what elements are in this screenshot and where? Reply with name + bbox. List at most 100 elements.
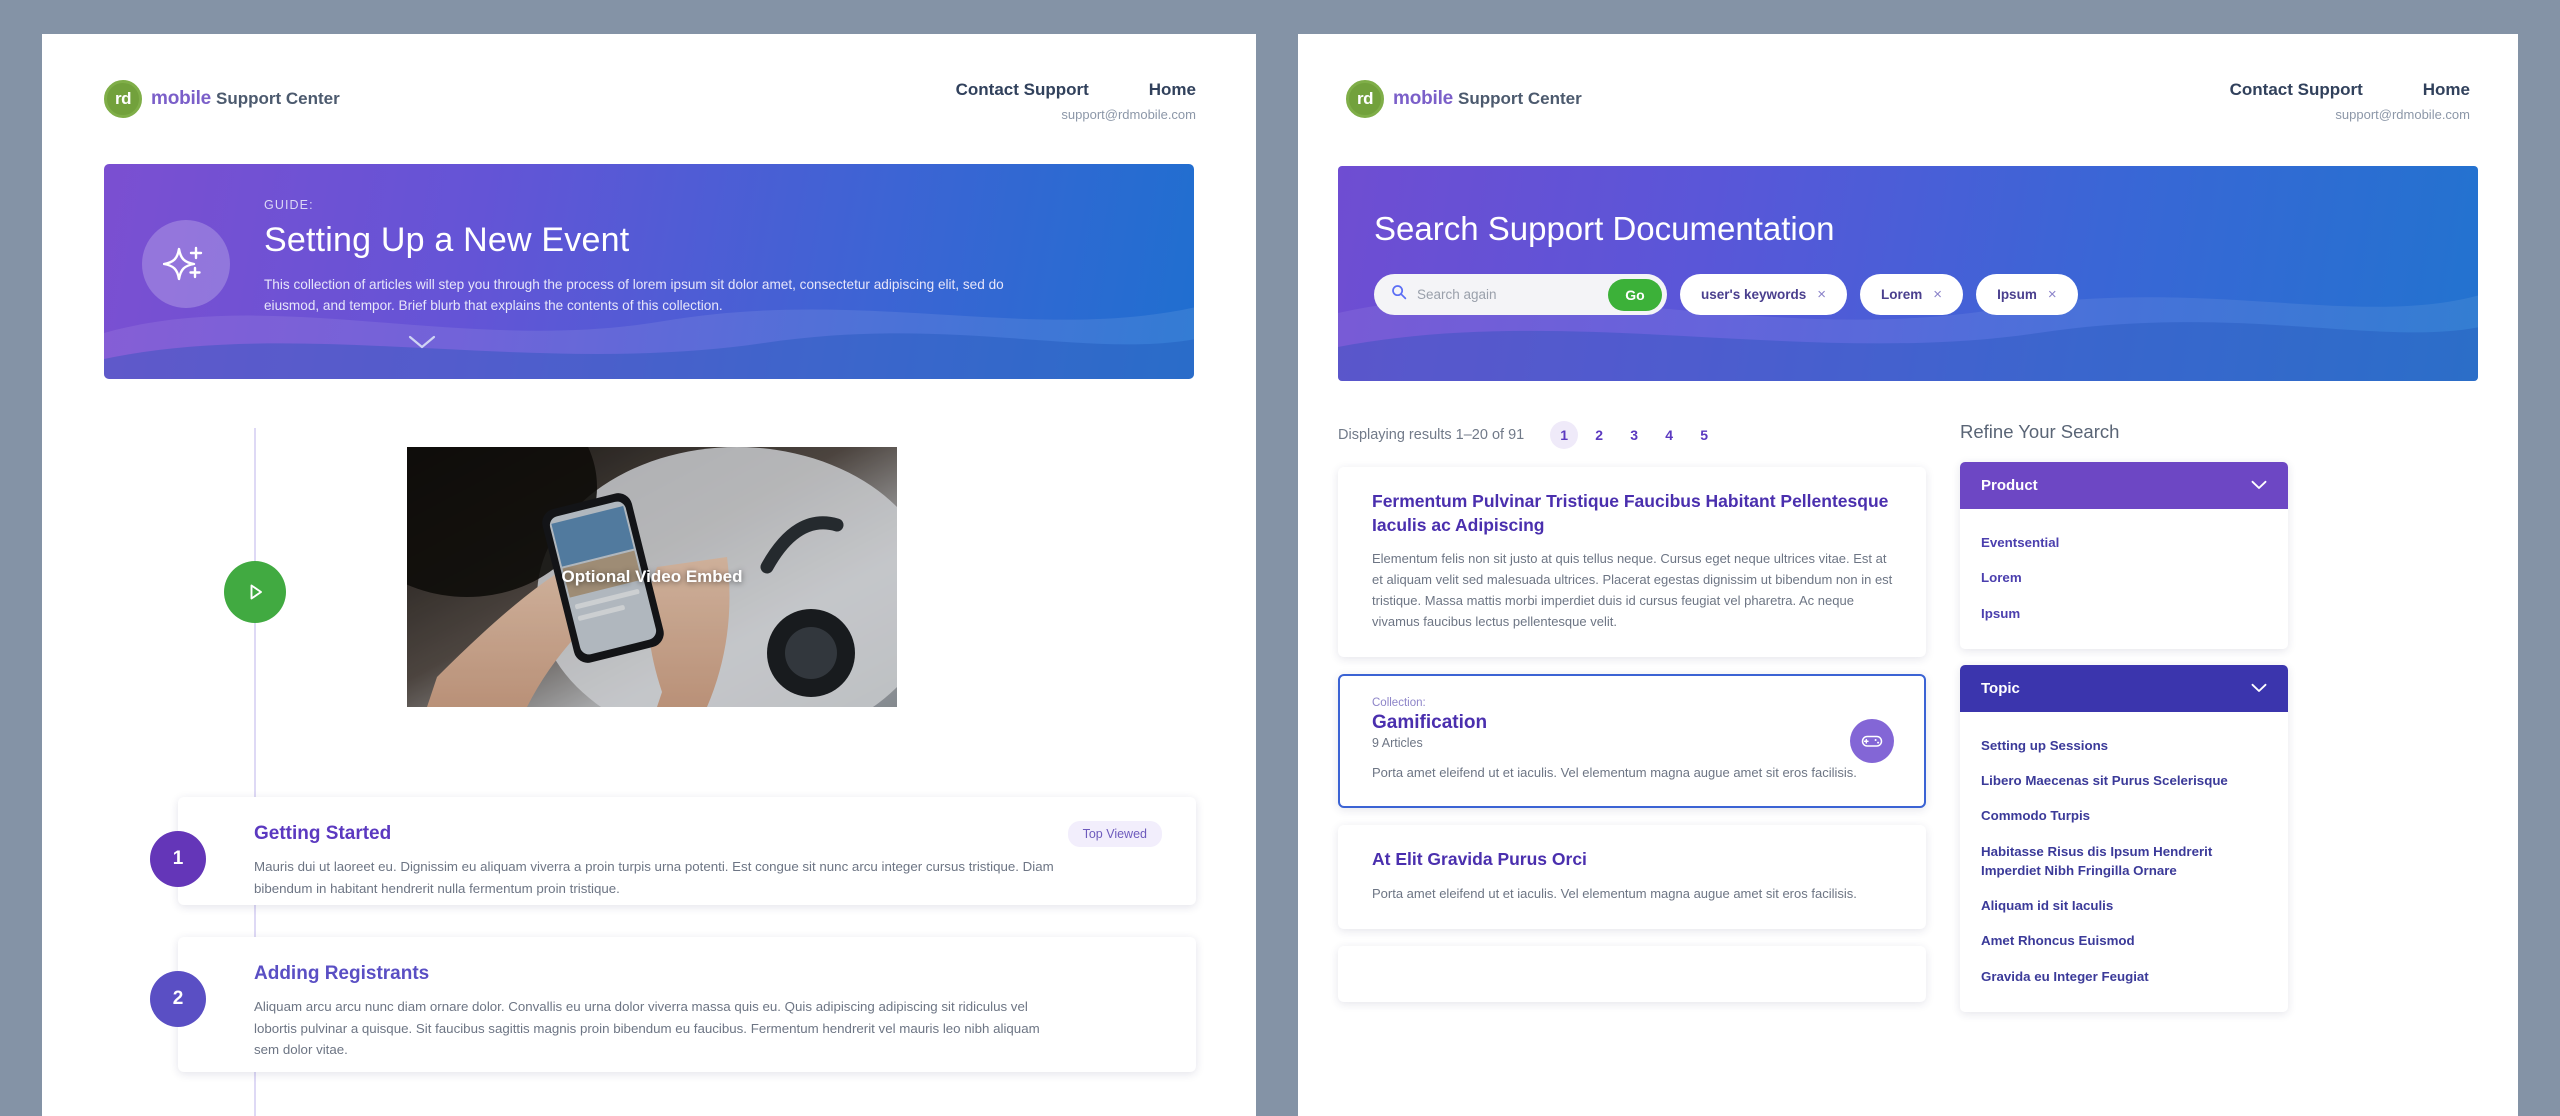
nav-home[interactable]: Home [2423, 80, 2470, 100]
search-icon [1391, 284, 1407, 305]
nav-home[interactable]: Home [1149, 80, 1196, 100]
guide-hero-banner: GUIDE: Setting Up a New Event This colle… [104, 164, 1194, 379]
chevron-down-icon[interactable] [2251, 680, 2267, 697]
page-button-4[interactable]: 4 [1655, 421, 1683, 449]
search-result-card-partial[interactable] [1338, 946, 1926, 1003]
filter-chip-label: user's keywords [1701, 287, 1807, 302]
search-result-card[interactable]: At Elit Gravida Purus Orci Porta amet el… [1338, 825, 1926, 930]
facet-option-eventsential[interactable]: Eventsential [1981, 525, 2267, 560]
support-email: support@rdmobile.com [2335, 107, 2470, 122]
brand-word: mobile [151, 88, 212, 109]
result-eyebrow: Collection: [1372, 697, 1426, 710]
filter-chip-label: Lorem [1881, 287, 1923, 302]
status-badge: Top Viewed [1067, 821, 1162, 847]
results-area: Fermentum Pulvinar Tristique Faucibus Ha… [1298, 421, 2518, 1028]
search-input[interactable] [1417, 287, 1598, 302]
guide-page-panel: rd mobile Support Center Contact Support … [42, 34, 1256, 1116]
brand-logo[interactable]: rd mobile Support Center [104, 80, 340, 118]
facet-option-aliquam-id-sit-iaculis[interactable]: Aliquam id sit Iaculis [1981, 888, 2267, 923]
step-number: 1 [150, 831, 206, 887]
facet-option-gravida-eu-integer-feugiat[interactable]: Gravida eu Integer Feugiat [1981, 959, 2267, 994]
screenshot-stage: rd mobile Support Center Contact Support … [0, 0, 2560, 1116]
search-go-button[interactable]: Go [1608, 278, 1662, 311]
result-description: Elementum felis non sit justo at quis te… [1372, 551, 1893, 630]
search-hero-banner: Search Support Documentation Go user's k… [1338, 166, 2478, 381]
search-page-panel: rd mobile Support Center Contact Support … [1298, 34, 2518, 1116]
sparkle-icon [142, 220, 230, 308]
header-nav-right: Contact Support Home support@rdmobile.co… [2230, 80, 2470, 122]
facet-topic-label: Topic [1981, 679, 2020, 697]
collection-result-card[interactable]: Collection: Gamification 9 Articles Port… [1338, 674, 1926, 809]
hero-description: This collection of articles will step yo… [264, 277, 1004, 314]
nav-contact-support[interactable]: Contact Support [956, 80, 1089, 100]
hero-eyebrow: GUIDE: [264, 198, 314, 212]
play-icon [250, 584, 262, 600]
results-list: Fermentum Pulvinar Tristique Faucibus Ha… [1338, 467, 1926, 1028]
facet-option-libero-maecenas[interactable]: Libero Maecenas sit Purus Scelerisque [1981, 763, 2267, 798]
facet-option-lorem[interactable]: Lorem [1981, 560, 2267, 595]
header-nav-left: Contact Support Home support@rdmobile.co… [956, 80, 1196, 122]
close-icon[interactable]: × [2048, 286, 2057, 303]
step-title[interactable]: Adding Registrants [254, 963, 429, 985]
facet-topic-header[interactable]: Topic [1960, 664, 2288, 712]
result-title[interactable]: Fermentum Pulvinar Tristique Faucibus Ha… [1372, 490, 1900, 537]
step-description: Mauris dui ut laoreet eu. Dignissim eu a… [254, 859, 1054, 896]
page-button-1[interactable]: 1 [1550, 421, 1579, 449]
video-label: Optional Video Embed [561, 567, 743, 586]
collection-title[interactable]: Gamification [1372, 712, 1900, 734]
step-card[interactable]: 2 Adding Registrants Aliquam arcu arcu n… [150, 937, 1196, 1072]
site-header-right: rd mobile Support Center Contact Support … [1298, 34, 2518, 122]
facet-product-options: Eventsential Lorem Ipsum [1960, 509, 2288, 649]
close-icon[interactable]: × [1933, 286, 1942, 303]
page-button-3[interactable]: 3 [1620, 421, 1648, 449]
page-button-5[interactable]: 5 [1690, 421, 1718, 449]
step-description: Aliquam arcu arcu nunc diam ornare dolor… [254, 999, 1040, 1058]
facet-topic-options: Setting up Sessions Libero Maecenas sit … [1960, 712, 2288, 1012]
brand-word: mobile [1393, 88, 1454, 109]
filter-chip-label: Ipsum [1997, 287, 2037, 302]
brand-mark-icon: rd [1346, 80, 1384, 118]
facet-product-header[interactable]: Product [1960, 462, 2288, 509]
brand-logo[interactable]: rd mobile Support Center [1346, 80, 1582, 118]
filter-chip[interactable]: Lorem × [1860, 274, 1964, 315]
facet-option-setting-up-sessions[interactable]: Setting up Sessions [1981, 728, 2267, 763]
facet-option-commodo-turpis[interactable]: Commodo Turpis [1981, 798, 2267, 833]
result-description: Porta amet eleifend ut et iaculis. Vel e… [1372, 765, 1857, 781]
facet-product-label: Product [1981, 477, 2038, 494]
close-icon[interactable]: × [1817, 286, 1826, 303]
facet-option-habitasse-risus[interactable]: Habitasse Risus dis Ipsum Hendrerit Impe… [1981, 834, 2267, 889]
video-embed[interactable]: Optional Video Embed [407, 447, 897, 707]
page-button-2[interactable]: 2 [1585, 421, 1613, 449]
result-description: Porta amet eleifend ut et iaculis. Vel e… [1372, 886, 1857, 902]
chevron-down-icon[interactable] [407, 334, 437, 355]
facet-option-amet-rhoncus-euismod[interactable]: Amet Rhoncus Euismod [1981, 923, 2267, 958]
facet-product: Product Eventsential Lorem Ipsum [1960, 462, 2288, 649]
nav-contact-support[interactable]: Contact Support [2230, 80, 2363, 100]
search-box[interactable]: Go [1374, 274, 1667, 315]
play-button[interactable] [224, 561, 286, 623]
article-count: 9 Articles [1372, 736, 1423, 751]
results-count: Displaying results 1–20 of 91 [1338, 427, 1525, 443]
brand-mark-icon: rd [104, 80, 142, 118]
results-header: Displaying results 1–20 of 91 1 2 3 4 5 [1338, 421, 2518, 449]
facet-option-ipsum[interactable]: Ipsum [1981, 596, 2267, 631]
support-email: support@rdmobile.com [1061, 107, 1196, 122]
site-header-left: rd mobile Support Center Contact Support … [42, 34, 1256, 122]
filter-chip[interactable]: Ipsum × [1976, 274, 2078, 315]
result-title[interactable]: At Elit Gravida Purus Orci [1372, 848, 1900, 872]
brand-rest: Support Center [1458, 89, 1582, 108]
facet-topic: Topic Setting up Sessions Libero Maecena… [1960, 664, 2288, 1012]
step-title[interactable]: Getting Started [254, 823, 391, 845]
page-title: Setting Up a New Event [264, 221, 630, 259]
chevron-down-icon[interactable] [2251, 477, 2267, 494]
step-card[interactable]: 1 Getting Started Top Viewed Mauris dui … [150, 797, 1196, 905]
search-result-card[interactable]: Fermentum Pulvinar Tristique Faucibus Ha… [1338, 467, 1926, 658]
gamepad-icon [1850, 719, 1894, 764]
refine-sidebar: Refine Your Search Product Eventsential … [1960, 421, 2288, 1028]
brand-rest: Support Center [216, 89, 340, 108]
filter-chip[interactable]: user's keywords × [1680, 274, 1848, 315]
refine-title: Refine Your Search [1960, 421, 2120, 442]
pagination: 1 2 3 4 5 [1550, 421, 1718, 449]
search-page-title: Search Support Documentation [1374, 210, 1835, 247]
step-number: 2 [150, 971, 206, 1027]
